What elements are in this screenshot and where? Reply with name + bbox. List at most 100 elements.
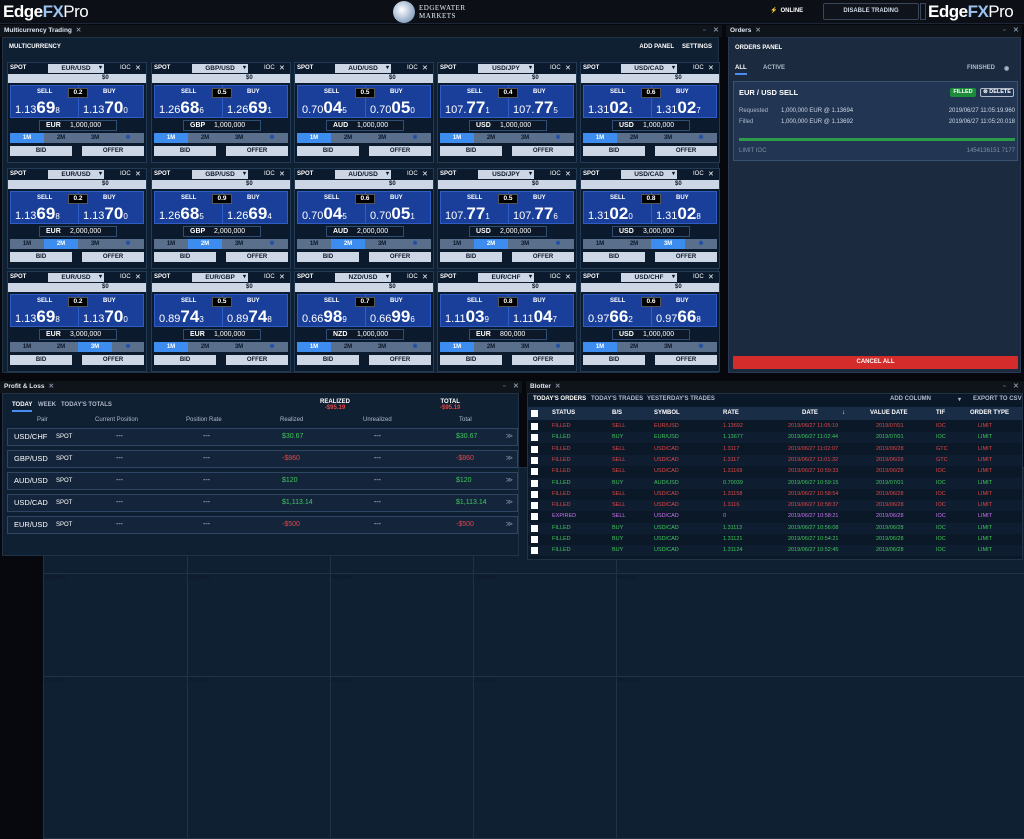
col-date[interactable]: DATE	[802, 410, 818, 416]
amount-input[interactable]: EUR 1,000,000	[39, 120, 117, 131]
offer-button[interactable]: OFFER	[369, 355, 431, 365]
amount-input[interactable]: USD 1,000,000	[612, 329, 690, 340]
pair-select[interactable]: GBP/USD	[192, 170, 248, 179]
bid-button[interactable]: BID	[154, 355, 216, 365]
ioc-label[interactable]: IOC	[407, 171, 418, 177]
disable-trading-button[interactable]: DISABLE TRADING	[823, 3, 919, 20]
calendar-icon[interactable]: ✱	[542, 239, 574, 249]
tab-active[interactable]: ACTIVE	[763, 65, 785, 71]
tenor-2M[interactable]: 2M	[617, 133, 651, 143]
ioc-label[interactable]: IOC	[264, 274, 275, 280]
offer-button[interactable]: OFFER	[226, 355, 288, 365]
blotter-row[interactable]: FILLED SELL USD/CAD 1.3116 2019/06/27 10:58:…	[528, 500, 1022, 512]
bid-button[interactable]: BID	[440, 355, 502, 365]
tab-todays-trades[interactable]: TODAY'S TRADES	[591, 396, 643, 402]
finished-toggle[interactable]: FINISHED	[967, 65, 995, 71]
tenor-2M[interactable]: 2M	[617, 342, 651, 352]
bid-button[interactable]: BID	[440, 146, 502, 156]
close-icon[interactable]: ✕	[422, 170, 428, 178]
tenor-1M[interactable]: 1M	[297, 239, 331, 249]
tab-week[interactable]: WEEK	[38, 402, 56, 408]
chevron-down-icon[interactable]: ≫	[506, 517, 513, 533]
tenor-1M[interactable]: 1M	[583, 133, 617, 143]
tenor-1M[interactable]: 1M	[297, 342, 331, 352]
blotter-row[interactable]: FILLED SELL USD/CAD 1.31158 2019/06/27 10:58…	[528, 488, 1022, 500]
tenor-2M[interactable]: 2M	[44, 133, 78, 143]
calendar-icon[interactable]: ✱	[256, 239, 288, 249]
col-bs[interactable]: B/S	[612, 410, 622, 416]
close-icon[interactable]: ✕	[422, 273, 428, 281]
calendar-icon[interactable]: ✱	[112, 342, 144, 352]
close-icon[interactable]: ✕	[565, 170, 571, 178]
offer-button[interactable]: OFFER	[655, 355, 717, 365]
amount-input[interactable]: USD 1,000,000	[612, 120, 690, 131]
pnl-row[interactable]: AUD/USD SPOT --- --- $120 --- $120 ≫	[7, 472, 518, 490]
calendar-icon[interactable]: ✱	[112, 133, 144, 143]
tab-today[interactable]: TODAY	[12, 402, 33, 412]
tenor-3M[interactable]: 3M	[222, 342, 256, 352]
amount-input[interactable]: AUD 2,000,000	[326, 226, 404, 237]
offer-button[interactable]: OFFER	[82, 146, 144, 156]
row-checkbox[interactable]	[531, 445, 538, 453]
tenor-2M[interactable]: 2M	[44, 342, 78, 352]
tenor-1M[interactable]: 1M	[10, 239, 44, 249]
pair-select[interactable]: EUR/GBP	[192, 273, 248, 282]
window-icon[interactable]: ▫	[1003, 25, 1005, 37]
blotter-row[interactable]: FILLED BUY USD/CAD 1.31113 2019/06/27 10:56:…	[528, 522, 1022, 534]
amount-input[interactable]: EUR 3,000,000	[39, 329, 117, 340]
close-icon[interactable]: ✕	[565, 273, 571, 281]
offer-button[interactable]: OFFER	[369, 146, 431, 156]
tenor-1M[interactable]: 1M	[154, 133, 188, 143]
amount-input[interactable]: USD 1,000,000	[469, 120, 547, 131]
tenor-3M[interactable]: 3M	[508, 342, 542, 352]
select-all-checkbox[interactable]	[531, 410, 538, 417]
tenor-1M[interactable]: 1M	[583, 342, 617, 352]
tenor-3M[interactable]: 3M	[222, 239, 256, 249]
pair-select[interactable]: USD/CAD	[621, 170, 677, 179]
amount-input[interactable]: GBP 2,000,000	[183, 226, 261, 237]
blotter-row[interactable]: FILLED BUY EUR/USD 1.13677 2019/06/27 11:02:…	[528, 432, 1022, 444]
tenor-2M[interactable]: 2M	[188, 239, 222, 249]
pair-select[interactable]: EUR/CHF	[478, 273, 534, 282]
tenor-2M[interactable]: 2M	[188, 342, 222, 352]
close-icon[interactable]: ✕	[279, 64, 285, 72]
close-icon[interactable]: ✕	[708, 273, 714, 281]
ioc-label[interactable]: IOC	[550, 274, 561, 280]
offer-button[interactable]: OFFER	[226, 146, 288, 156]
ioc-label[interactable]: IOC	[693, 65, 704, 71]
row-checkbox[interactable]	[531, 479, 538, 487]
ioc-label[interactable]: IOC	[693, 274, 704, 280]
amount-input[interactable]: USD 3,000,000	[612, 226, 690, 237]
ioc-label[interactable]: IOC	[120, 274, 131, 280]
delete-button[interactable]: ⊗ DELETE	[980, 88, 1014, 97]
amount-input[interactable]: GBP 1,000,000	[183, 120, 261, 131]
tenor-3M[interactable]: 3M	[508, 239, 542, 249]
calendar-icon[interactable]: ✱	[256, 133, 288, 143]
cancel-all-button[interactable]: CANCEL ALL	[733, 356, 1018, 369]
pair-select[interactable]: EUR/USD	[48, 273, 104, 282]
close-icon[interactable]: ✕	[48, 383, 53, 390]
tenor-3M[interactable]: 3M	[78, 239, 112, 249]
bid-button[interactable]: BID	[154, 146, 216, 156]
tenor-3M[interactable]: 3M	[651, 239, 685, 249]
tenor-1M[interactable]: 1M	[440, 239, 474, 249]
tenor-1M[interactable]: 1M	[154, 342, 188, 352]
close-icon[interactable]: ✕	[755, 27, 760, 34]
calendar-icon[interactable]: ✱	[542, 342, 574, 352]
chevron-down-icon[interactable]: ≫	[506, 473, 513, 489]
amount-input[interactable]: EUR 1,000,000	[183, 329, 261, 340]
tenor-3M[interactable]: 3M	[365, 239, 399, 249]
pnl-row[interactable]: EUR/USD SPOT --- --- -$500 --- -$500 ≫	[7, 516, 518, 534]
bid-button[interactable]: BID	[583, 355, 645, 365]
pair-select[interactable]: USD/CAD	[621, 64, 677, 73]
tenor-1M[interactable]: 1M	[10, 342, 44, 352]
close-icon[interactable]: ✕	[135, 170, 141, 178]
tab-all[interactable]: ALL	[735, 65, 747, 75]
blotter-row[interactable]: FILLED SELL USD/CAD 1.31169 2019/06/27 10:59…	[528, 466, 1022, 478]
pair-select[interactable]: AUD/USD	[335, 64, 391, 73]
pair-select[interactable]: GBP/USD	[192, 64, 248, 73]
blotter-row[interactable]: EXPIRED SELL USD/CAD 0 2019/06/27 10:58:21 20…	[528, 511, 1022, 523]
row-checkbox[interactable]	[531, 547, 538, 555]
close-icon[interactable]: ✕	[422, 64, 428, 72]
close-icon[interactable]: ✕	[713, 25, 719, 37]
